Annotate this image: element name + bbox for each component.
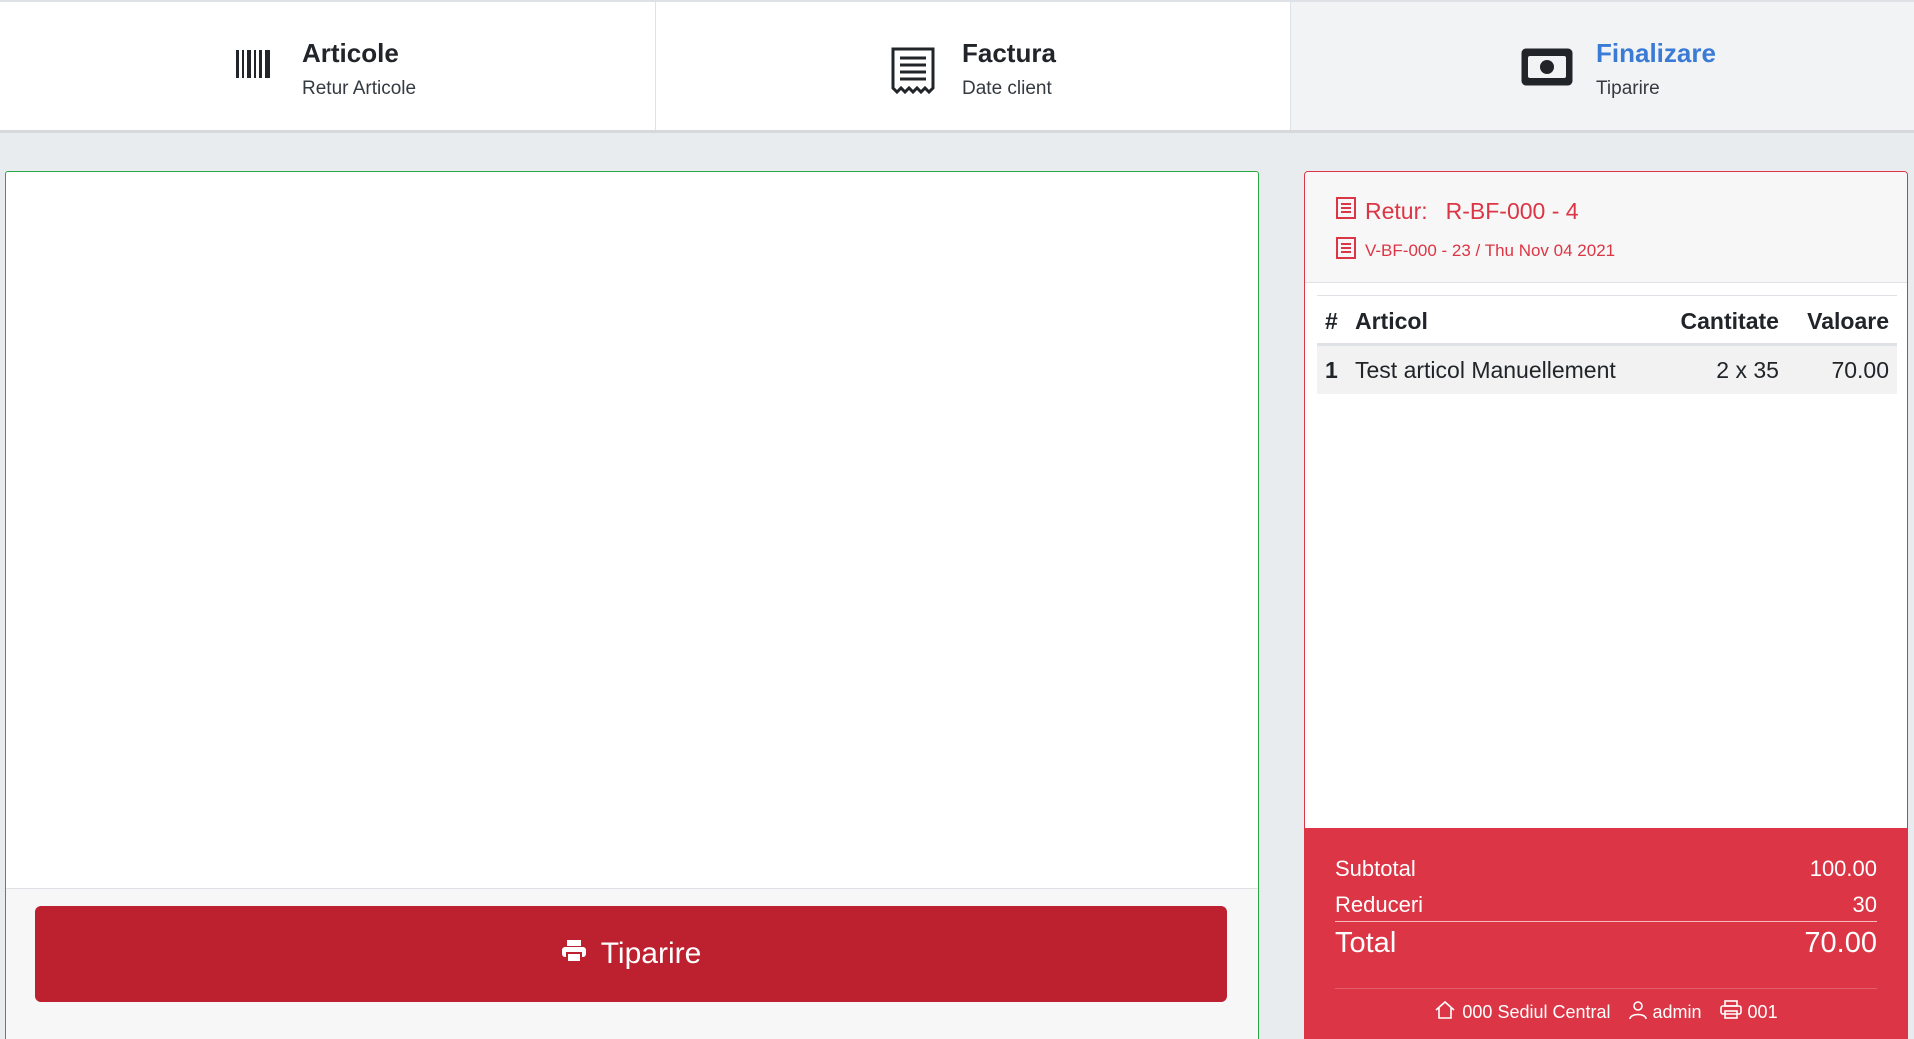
return-number-value: R-BF-000 - 4 bbox=[1445, 197, 1579, 224]
row-value: 70.00 bbox=[1786, 344, 1897, 394]
row-article: Test articol Manuellement bbox=[1347, 344, 1659, 394]
totals-box: Subtotal 100.00 Reduceri 30 Total 70.00 … bbox=[1305, 828, 1907, 1039]
original-document: V-BF-000 - 23 / Thu Nov 04 2021 bbox=[1335, 236, 1615, 265]
return-number: Retur: R-BF-000 - 4 bbox=[1335, 196, 1579, 226]
original-document-ref: V-BF-000 - 23 / Thu Nov 04 2021 bbox=[1365, 240, 1616, 260]
step-articole[interactable]: Articole Retur Articole bbox=[0, 2, 656, 130]
col-qty: Cantitate bbox=[1658, 295, 1787, 346]
print-preview-panel: Tiparire bbox=[5, 171, 1259, 1039]
print-button-label: Tiparire bbox=[600, 937, 702, 970]
document-icon bbox=[1335, 196, 1357, 226]
table-row[interactable]: 1 Test articol Manuellement 2 x 35 70.00 bbox=[1317, 344, 1897, 394]
total-value: 70.00 bbox=[1804, 927, 1877, 959]
totals-divider bbox=[1335, 988, 1877, 989]
step-factura[interactable]: Factura Date client bbox=[656, 2, 1291, 130]
print-button[interactable]: Tiparire bbox=[35, 906, 1227, 1002]
step-subtitle: Date client bbox=[962, 78, 1052, 99]
printer-icon bbox=[561, 937, 587, 971]
total-label: Total bbox=[1335, 927, 1397, 959]
row-qty: 2 x 35 bbox=[1658, 344, 1787, 394]
printer-info: 001 bbox=[1719, 1000, 1778, 1025]
col-value: Valoare bbox=[1786, 295, 1897, 346]
row-num: 1 bbox=[1317, 344, 1347, 394]
document-icon bbox=[1335, 236, 1357, 265]
col-num: # bbox=[1317, 295, 1347, 346]
discount-label: Reduceri bbox=[1335, 892, 1424, 917]
return-receipt-panel: Retur: R-BF-000 - 4 V-BF-000 - 23 / Thu … bbox=[1304, 171, 1908, 1039]
receipt-header: Retur: R-BF-000 - 4 V-BF-000 - 23 / Thu … bbox=[1305, 172, 1907, 283]
discount-row: Reduceri 30 bbox=[1335, 892, 1877, 922]
receipt-icon bbox=[890, 46, 936, 99]
barcode-icon bbox=[236, 50, 270, 83]
step-title: Finalizare bbox=[1596, 38, 1716, 68]
location-name: 000 Sediul Central bbox=[1462, 1002, 1611, 1022]
checkout-stepper: Articole Retur Articole Factura Date cli… bbox=[0, 0, 1914, 133]
session-info: 000 Sediul Central admin 001 bbox=[1305, 1000, 1907, 1025]
printer-id: 001 bbox=[1747, 1002, 1778, 1022]
col-article: Articol bbox=[1347, 295, 1659, 346]
step-finalizare[interactable]: Finalizare Tiparire bbox=[1291, 2, 1914, 130]
user-name: admin bbox=[1652, 1002, 1702, 1022]
home-icon bbox=[1434, 1000, 1456, 1025]
table-header-row: # Articol Cantitate Valoare bbox=[1317, 295, 1897, 346]
printer-icon bbox=[1719, 1000, 1742, 1025]
items-table: # Articol Cantitate Valoare 1 Test artic… bbox=[1317, 295, 1897, 394]
subtotal-row: Subtotal 100.00 bbox=[1335, 856, 1877, 882]
step-subtitle: Retur Articole bbox=[302, 78, 417, 99]
user-info: admin bbox=[1628, 1000, 1702, 1025]
step-subtitle: Tiparire bbox=[1596, 78, 1660, 99]
subtotal-value: 100.00 bbox=[1809, 856, 1877, 881]
return-label: Retur: bbox=[1365, 197, 1428, 224]
money-bill-icon bbox=[1521, 48, 1573, 91]
subtotal-label: Subtotal bbox=[1335, 856, 1416, 881]
step-title: Factura bbox=[962, 38, 1056, 68]
discount-value: 30 bbox=[1852, 892, 1877, 917]
step-title: Articole bbox=[302, 38, 399, 68]
user-icon bbox=[1628, 1000, 1647, 1025]
location-info: 000 Sediul Central bbox=[1434, 1000, 1611, 1025]
total-row: Total 70.00 bbox=[1335, 927, 1877, 960]
